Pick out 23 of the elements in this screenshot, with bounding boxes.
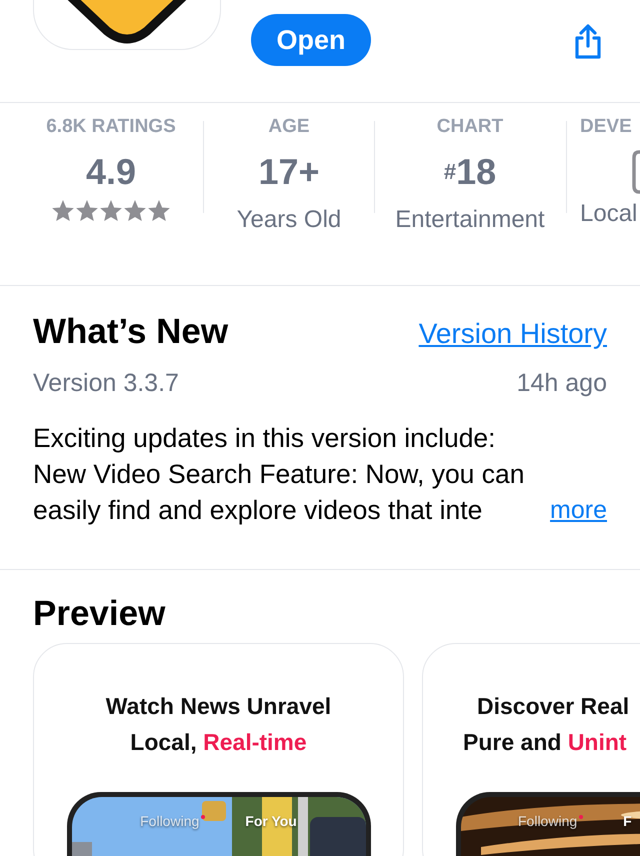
stat-value: #18: [444, 150, 496, 194]
stat-label: CHART: [436, 115, 504, 139]
card-caption: Watch News Unravel: [106, 692, 332, 720]
stat-value: 4.9: [86, 150, 136, 194]
feed-tab-label: Following: [140, 812, 200, 830]
stat-caption: Years Old: [236, 204, 342, 234]
release-notes: Exciting updates in this version include: New Video Search Feature: Now, you can easily find and explore videos that inte: [33, 422, 525, 527]
stat-label: DEVE: [580, 115, 632, 139]
release-age: 14h ago: [516, 368, 607, 398]
stat-caption: Entertainment: [395, 204, 545, 234]
section-title: Preview: [32, 593, 166, 635]
open-button[interactable]: Open: [251, 14, 371, 66]
card-caption: Pure and Unint: [463, 728, 627, 756]
section-title: What’s New: [33, 311, 228, 353]
more-link[interactable]: more: [550, 492, 607, 528]
card-caption: Discover Real: [477, 692, 630, 720]
stat-caption: Local: [580, 198, 638, 228]
stat-label: AGE: [268, 115, 310, 139]
version-history-link[interactable]: Version History: [418, 313, 607, 355]
card-caption: Local, Real-time: [130, 728, 307, 756]
stat-label: 6.8K RATINGS: [46, 115, 176, 139]
version-number: Version 3.3.7: [33, 368, 179, 398]
stat-value: 17+: [258, 150, 320, 194]
